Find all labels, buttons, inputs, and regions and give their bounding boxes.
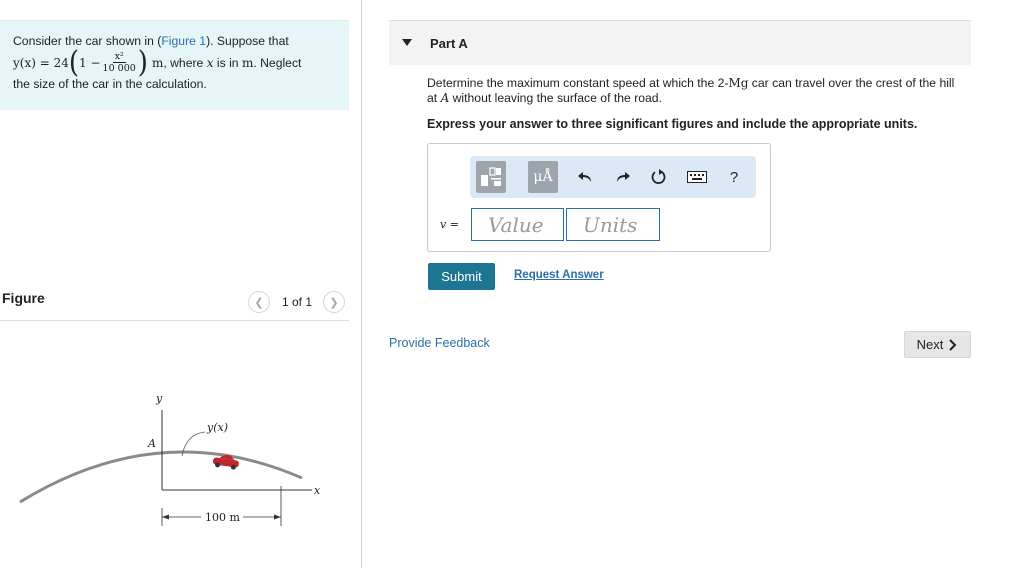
value-input[interactable]: Value bbox=[471, 208, 564, 241]
template-button[interactable] bbox=[476, 161, 506, 193]
question-segment: Determine the maximum constant speed at … bbox=[427, 76, 729, 90]
figure-divider bbox=[0, 320, 349, 321]
redo-button[interactable] bbox=[610, 161, 636, 193]
problem-text: , where bbox=[163, 55, 204, 70]
question-unit: Mg bbox=[728, 76, 749, 90]
variable-label: v = bbox=[440, 218, 459, 231]
equation-one-minus: 1 − bbox=[79, 55, 101, 70]
figure-title: Figure bbox=[2, 290, 45, 306]
template-icon bbox=[481, 167, 501, 186]
fraction-denominator: 10 000 bbox=[102, 63, 136, 74]
answer-box: μÅ ? v = Value Units bbox=[427, 143, 771, 252]
y-axis-label: y bbox=[155, 392, 163, 405]
chevron-left-icon[interactable]: ❮ bbox=[248, 291, 270, 313]
equation-lhs: y(x) = 24 bbox=[13, 55, 69, 70]
collapse-triangle-icon[interactable] bbox=[402, 39, 412, 46]
problem-line-3: the size of the car in the calculation. bbox=[13, 77, 207, 91]
figure-page-count: 1 of 1 bbox=[282, 295, 313, 309]
redo-icon bbox=[617, 172, 630, 182]
point-a-label: A bbox=[147, 437, 156, 450]
undo-icon bbox=[578, 172, 591, 182]
math-toolbar: μÅ ? bbox=[470, 156, 756, 198]
equation: y(x) = 24 ( 1 − x² 10 000 ) m, where x i… bbox=[13, 45, 349, 80]
close-paren: ) bbox=[137, 45, 148, 80]
question-segment: without leaving the surface of the road. bbox=[449, 91, 662, 105]
answer-instruction: Express your answer to three significant… bbox=[427, 117, 918, 131]
problem-text: is in bbox=[216, 55, 239, 70]
submit-button[interactable]: Submit bbox=[428, 263, 495, 290]
question-point: A bbox=[440, 91, 450, 105]
dimension-arrow-left bbox=[162, 514, 169, 520]
part-header[interactable]: Part A bbox=[389, 20, 971, 65]
units-input[interactable]: Units bbox=[566, 208, 660, 241]
keyboard-button[interactable] bbox=[684, 161, 710, 193]
equation-unit: m bbox=[241, 55, 254, 70]
units-label: μÅ bbox=[533, 169, 553, 185]
chevron-right-icon[interactable]: ❯ bbox=[323, 291, 346, 313]
help-label: ? bbox=[729, 168, 739, 186]
open-paren: ( bbox=[68, 45, 80, 80]
problem-text: . Neglect bbox=[253, 55, 302, 70]
variable-symbol: v bbox=[440, 218, 447, 231]
request-answer-link[interactable]: Request Answer bbox=[514, 269, 604, 281]
dimension-arrow-right bbox=[274, 514, 281, 520]
dimension-label: 100 m bbox=[205, 511, 240, 524]
reset-icon bbox=[651, 169, 666, 184]
figure-diagram: y x A y(x) 100 m bbox=[19, 392, 321, 526]
figure-pager: ❮ 1 of 1 ❯ bbox=[248, 291, 346, 313]
next-button[interactable]: Next bbox=[904, 331, 971, 358]
problem-statement: Consider the car shown in (Figure 1). Su… bbox=[0, 20, 349, 110]
units-button[interactable]: μÅ bbox=[528, 161, 558, 193]
reset-button[interactable] bbox=[646, 161, 672, 193]
question-text: Determine the maximum constant speed at … bbox=[427, 76, 967, 106]
next-label: Next bbox=[916, 337, 944, 352]
provide-feedback-link[interactable]: Provide Feedback bbox=[389, 336, 490, 350]
curve-label: y(x) bbox=[206, 421, 228, 434]
keyboard-icon bbox=[687, 171, 707, 183]
fraction-numerator: x² bbox=[112, 51, 126, 63]
equation-var: x bbox=[206, 55, 214, 70]
problem-text: ). Suppose that bbox=[206, 34, 289, 48]
part-title: Part A bbox=[430, 36, 468, 51]
figure-link[interactable]: Figure 1 bbox=[161, 34, 206, 48]
chevron-right-icon bbox=[949, 338, 957, 351]
equals-sign: = bbox=[449, 218, 459, 231]
left-column: Consider the car shown in (Figure 1). Su… bbox=[0, 0, 362, 568]
undo-button[interactable] bbox=[572, 161, 598, 193]
problem-line-1: Consider the car shown in (Figure 1). Su… bbox=[13, 33, 349, 49]
help-button[interactable]: ? bbox=[721, 161, 747, 193]
road-curve bbox=[19, 450, 303, 504]
equation-fraction: x² 10 000 bbox=[103, 51, 136, 74]
x-axis-label: x bbox=[314, 484, 321, 497]
equation-unit: m bbox=[151, 55, 164, 70]
